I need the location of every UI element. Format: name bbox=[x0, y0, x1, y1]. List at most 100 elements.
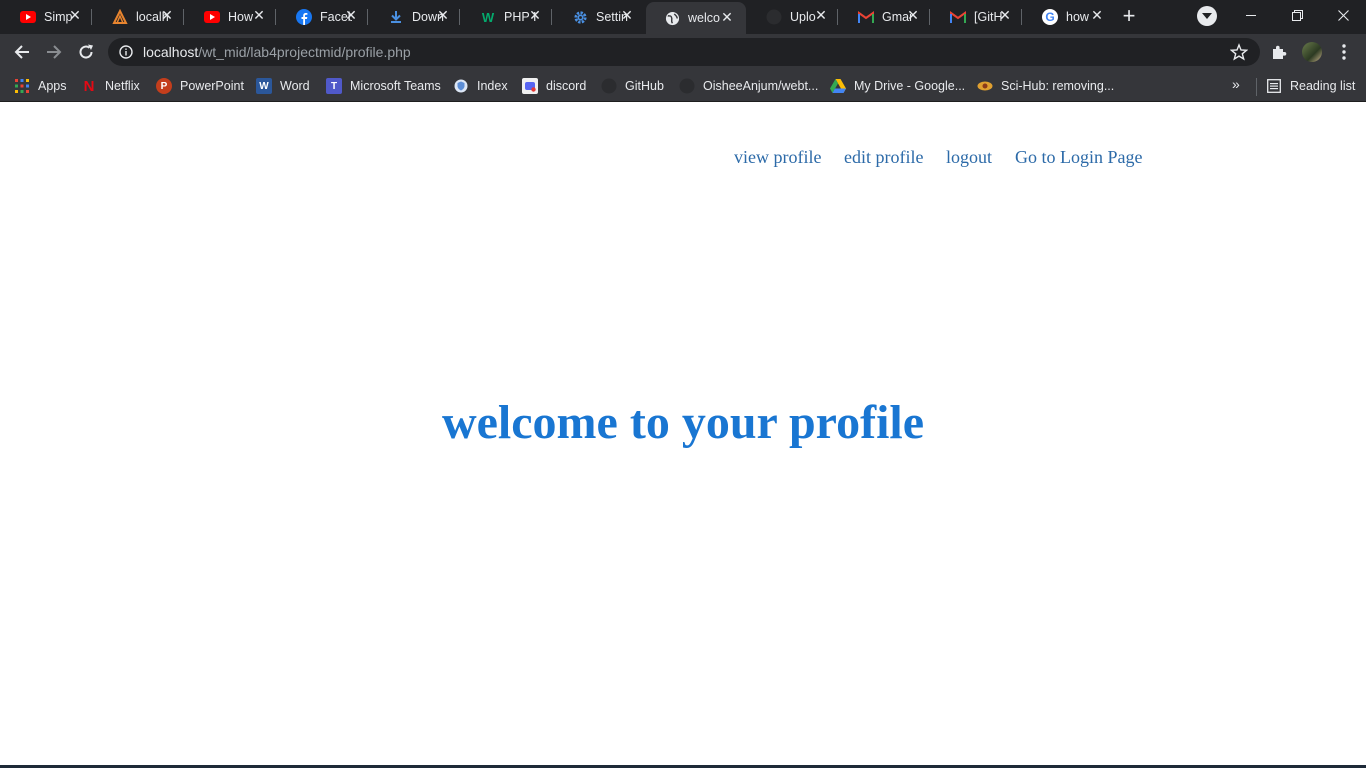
close-icon[interactable]: ✕ bbox=[68, 8, 82, 22]
address-bar[interactable]: localhost/wt_mid/lab4projectmid/profile.… bbox=[108, 38, 1260, 66]
github-icon bbox=[766, 9, 782, 25]
browser-toolbar: localhost/wt_mid/lab4projectmid/profile.… bbox=[0, 34, 1366, 70]
svg-text:G: G bbox=[1045, 10, 1054, 24]
reading-list-label: Reading list bbox=[1290, 79, 1356, 93]
view-profile-link[interactable]: view profile bbox=[734, 147, 821, 168]
profile-avatar[interactable] bbox=[1302, 42, 1322, 62]
gmail-icon bbox=[858, 9, 874, 25]
youtube-icon bbox=[204, 9, 220, 25]
xampp-icon bbox=[112, 9, 128, 25]
facebook-icon bbox=[296, 9, 312, 25]
discord-icon bbox=[522, 78, 538, 94]
teams-icon: T bbox=[326, 78, 342, 94]
tab-6[interactable]: Settin ✕ bbox=[552, 0, 644, 34]
login-page-link[interactable]: Go to Login Page bbox=[1015, 147, 1143, 168]
close-icon[interactable]: ✕ bbox=[814, 8, 828, 22]
reading-list-button[interactable]: Reading list bbox=[1266, 76, 1355, 96]
tab-4[interactable]: Down ✕ bbox=[368, 0, 460, 34]
bookmark-label: Sci-Hub: removing... bbox=[1001, 79, 1115, 93]
tab-9[interactable]: Gmai ✕ bbox=[838, 0, 930, 34]
new-tab-plus-icon[interactable]: + bbox=[1117, 5, 1141, 29]
url-text: localhost/wt_mid/lab4projectmid/profile.… bbox=[143, 44, 411, 60]
github-icon bbox=[679, 78, 695, 94]
window-close-icon[interactable] bbox=[1320, 0, 1366, 30]
word-icon: W bbox=[256, 78, 272, 94]
minimize-icon[interactable] bbox=[1228, 0, 1274, 30]
tab-7-active[interactable]: welco ✕ bbox=[646, 2, 746, 34]
reload-icon[interactable] bbox=[74, 40, 98, 64]
tab-10[interactable]: [GitH ✕ bbox=[930, 0, 1022, 34]
bookmark-label: Netflix bbox=[105, 79, 140, 93]
menu-kebab-icon[interactable] bbox=[1334, 42, 1354, 62]
bookmark-discord[interactable]: discord bbox=[522, 76, 586, 96]
edit-profile-link[interactable]: edit profile bbox=[844, 147, 923, 168]
tab-11[interactable]: G how ✕ bbox=[1022, 0, 1114, 34]
close-icon[interactable]: ✕ bbox=[1090, 8, 1104, 22]
bookmark-label: discord bbox=[546, 79, 587, 93]
close-icon[interactable]: ✕ bbox=[528, 8, 542, 22]
w3schools-icon: W bbox=[481, 9, 495, 25]
bookmark-label: PowerPoint bbox=[180, 79, 244, 93]
site-info-icon[interactable] bbox=[119, 45, 133, 59]
back-arrow-icon[interactable] bbox=[10, 40, 34, 64]
scihub-icon bbox=[977, 78, 993, 94]
bookmark-sci-hub[interactable]: Sci-Hub: removing... bbox=[977, 76, 1114, 96]
logout-link[interactable]: logout bbox=[946, 147, 992, 168]
close-icon[interactable]: ✕ bbox=[620, 8, 634, 22]
bookmark-powerpoint[interactable]: P PowerPoint bbox=[156, 76, 244, 96]
bookmark-oisheeanjum[interactable]: OisheeAnjum/webt... bbox=[679, 76, 818, 96]
bookmark-label: GitHub bbox=[625, 79, 664, 93]
bookmark-label: Word bbox=[280, 79, 310, 93]
reading-list-icon bbox=[1266, 78, 1282, 94]
bookmark-word[interactable]: W Word bbox=[256, 76, 310, 96]
bookmark-github[interactable]: GitHub bbox=[601, 76, 664, 96]
globe-icon bbox=[664, 10, 680, 26]
powerpoint-icon: P bbox=[156, 78, 172, 94]
tab-1[interactable]: localh ✕ bbox=[92, 0, 184, 34]
tab-search-chevron-icon[interactable] bbox=[1197, 6, 1217, 26]
forward-arrow-icon[interactable] bbox=[42, 40, 66, 64]
bookmark-label: My Drive - Google... bbox=[854, 79, 966, 93]
close-icon[interactable]: ✕ bbox=[998, 8, 1012, 22]
welcome-heading: welcome to your profile bbox=[441, 396, 925, 449]
close-icon[interactable]: ✕ bbox=[344, 8, 358, 22]
close-icon[interactable]: ✕ bbox=[906, 8, 920, 22]
close-icon[interactable]: ✕ bbox=[720, 10, 734, 24]
apps-grid-icon bbox=[14, 78, 30, 94]
gmail-icon bbox=[950, 9, 966, 25]
bookmark-apps[interactable]: Apps bbox=[14, 76, 67, 96]
tab-3[interactable]: Faceb ✕ bbox=[276, 0, 368, 34]
tab-5[interactable]: W PHP I ✕ bbox=[460, 0, 552, 34]
tab-strip: Simp ✕ localh ✕ How ✕ Faceb ✕ Down ✕ W P… bbox=[0, 0, 1366, 34]
tab-label: welco bbox=[688, 11, 720, 25]
url-path: /wt_mid/lab4projectmid/profile.php bbox=[198, 44, 411, 60]
bookmark-index[interactable]: Index bbox=[453, 76, 508, 96]
settings-gear-icon bbox=[572, 9, 588, 25]
youtube-icon bbox=[20, 9, 36, 25]
bookmark-label: Microsoft Teams bbox=[350, 79, 441, 93]
more-bookmarks-chevron-icon[interactable]: » bbox=[1232, 76, 1240, 92]
url-host: localhost bbox=[143, 44, 199, 60]
bookmark-netflix[interactable]: N Netflix bbox=[81, 76, 140, 96]
bookmark-star-icon[interactable] bbox=[1229, 43, 1249, 61]
close-icon[interactable]: ✕ bbox=[160, 8, 174, 22]
google-drive-icon bbox=[830, 78, 846, 94]
tab-2[interactable]: How ✕ bbox=[184, 0, 276, 34]
close-icon[interactable]: ✕ bbox=[436, 8, 450, 22]
bookmark-label: Index bbox=[477, 79, 508, 93]
bookmark-my-drive[interactable]: My Drive - Google... bbox=[830, 76, 965, 96]
bookmark-microsoft-teams[interactable]: T Microsoft Teams bbox=[326, 76, 441, 96]
close-icon[interactable]: ✕ bbox=[252, 8, 266, 22]
shield-icon bbox=[453, 78, 469, 94]
tab-8[interactable]: Uplo ✕ bbox=[746, 0, 838, 34]
page-content: view profile edit profile logout Go to L… bbox=[0, 103, 1366, 768]
restore-icon[interactable] bbox=[1274, 0, 1320, 30]
github-icon bbox=[601, 78, 617, 94]
bookmark-label: OisheeAnjum/webt... bbox=[703, 79, 819, 93]
tab-0[interactable]: Simp ✕ bbox=[0, 0, 92, 34]
google-icon: G bbox=[1042, 9, 1058, 25]
bookmarks-bar: Apps N Netflix P PowerPoint W Word T Mic… bbox=[0, 70, 1366, 102]
download-icon bbox=[388, 9, 404, 25]
bookmarks-divider bbox=[1256, 78, 1257, 96]
extensions-puzzle-icon[interactable] bbox=[1269, 42, 1289, 62]
